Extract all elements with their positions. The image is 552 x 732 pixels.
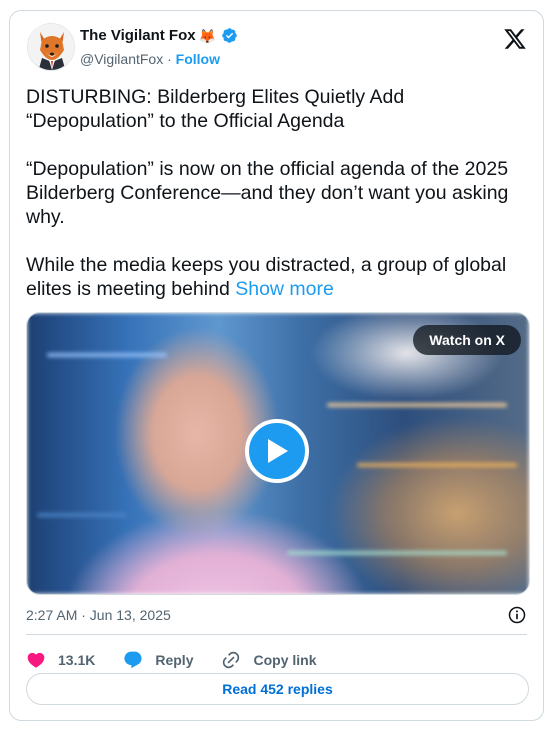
tweet-headline: DISTURBING: Bilderberg Elites Quietly Ad… (26, 86, 405, 132)
tweet-paragraph-truncated: While the media keeps you distracted, a … (26, 253, 531, 301)
reply-bubble-icon (123, 650, 143, 670)
follow-link[interactable]: Follow (176, 51, 220, 67)
x-logo-icon[interactable] (503, 27, 527, 51)
link-icon (221, 650, 241, 670)
like-count: 13.1K (58, 652, 96, 668)
thumbnail-streak (287, 551, 507, 555)
reply-label: Reply (155, 652, 194, 668)
verified-badge-icon[interactable] (221, 27, 238, 44)
thumbnail-streak (357, 463, 517, 467)
reply-button[interactable]: Reply (123, 650, 193, 670)
fox-emoji: 🦊 (198, 27, 217, 44)
info-icon[interactable] (507, 605, 527, 625)
play-icon (268, 439, 288, 463)
like-button[interactable]: 13.1K (26, 650, 95, 670)
tweet-card: The Vigilant Fox 🦊 @VigilantFox · Follow… (9, 10, 544, 721)
video-player[interactable]: Watch on X (26, 312, 530, 595)
divider (26, 634, 527, 635)
author-handle[interactable]: @VigilantFox (80, 51, 163, 67)
tweet-timestamp[interactable]: 2:27 AM · Jun 13, 2025 (26, 607, 171, 623)
watch-on-x-button[interactable]: Watch on X (413, 325, 521, 355)
thumbnail-streak (37, 513, 127, 517)
avatar[interactable] (27, 23, 75, 71)
fox-avatar-icon (28, 24, 74, 70)
author-display-name[interactable]: The Vigilant Fox (80, 27, 196, 44)
show-more-link[interactable]: Show more (235, 278, 334, 300)
thumbnail-streak (47, 353, 167, 357)
copy-link-label: Copy link (253, 652, 317, 668)
tweet-text: DISTURBING: Bilderberg Elites Quietly Ad… (26, 85, 531, 301)
tweet-paragraph: “Depopulation” is now on the official ag… (26, 158, 509, 228)
author-name-row[interactable]: The Vigilant Fox 🦊 (80, 27, 238, 44)
heart-icon (26, 650, 46, 670)
separator-dot: · (167, 51, 172, 67)
copy-link-button[interactable]: Copy link (221, 650, 317, 670)
thumbnail-streak (327, 403, 507, 407)
play-button[interactable] (245, 419, 309, 483)
author-handle-row: @VigilantFox · Follow (80, 51, 220, 67)
read-replies-button[interactable]: Read 452 replies (26, 673, 529, 705)
action-bar: 13.1K Reply Copy link (26, 645, 345, 675)
